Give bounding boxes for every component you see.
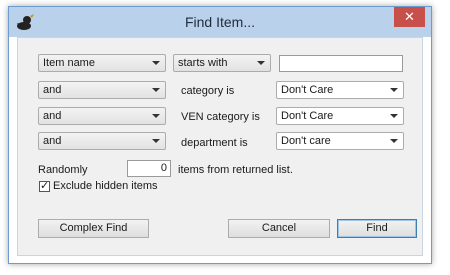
chevron-down-icon (152, 88, 160, 92)
department-select-value: Don't care (281, 135, 331, 147)
chevron-down-icon (390, 114, 398, 118)
conjunction-value: and (43, 110, 62, 122)
exclude-hidden-label: Exclude hidden items (53, 180, 158, 192)
window-title: Find Item... (184, 14, 256, 30)
close-icon: ✕ (404, 9, 415, 24)
random-suffix-label: items from returned list. (178, 164, 293, 176)
ven-category-label: VEN category is (181, 111, 260, 123)
category-label: category is (181, 85, 235, 97)
conjunction-value: and (43, 135, 62, 147)
checkmark-icon: ✓ (40, 180, 50, 192)
exclude-hidden-checkbox[interactable]: ✓ (39, 180, 50, 192)
find-item-dialog: Find Item... ✕ Item name starts with and… (8, 6, 432, 264)
operator-select[interactable]: starts with (173, 54, 271, 72)
chevron-down-icon (257, 61, 265, 65)
randomly-label: Randomly (38, 164, 88, 176)
department-select[interactable]: Don't care (276, 132, 404, 150)
dialog-body: Item name starts with and category is Do… (17, 37, 423, 256)
conjunction-select-ven-category[interactable]: and (38, 107, 166, 125)
category-select-value: Don't Care (281, 84, 334, 96)
ven-category-select-value: Don't Care (281, 110, 334, 122)
search-value-input[interactable] (279, 55, 403, 72)
title-bar[interactable]: Find Item... ✕ (9, 7, 431, 37)
field-select[interactable]: Item name (38, 54, 166, 72)
find-button[interactable]: Find (337, 219, 417, 238)
category-select[interactable]: Don't Care (276, 81, 404, 99)
random-count-input[interactable]: 0 (127, 160, 171, 177)
close-button[interactable]: ✕ (394, 7, 425, 27)
chevron-down-icon (152, 61, 160, 65)
chevron-down-icon (390, 139, 398, 143)
ven-category-select[interactable]: Don't Care (276, 107, 404, 125)
chevron-down-icon (152, 114, 160, 118)
conjunction-select-category[interactable]: and (38, 81, 166, 99)
operator-select-value: starts with (178, 57, 228, 69)
conjunction-value: and (43, 84, 62, 96)
complex-find-button[interactable]: Complex Find (38, 219, 149, 238)
field-select-value: Item name (43, 57, 95, 69)
cancel-button[interactable]: Cancel (228, 219, 330, 238)
chevron-down-icon (152, 139, 160, 143)
department-label: department is (181, 137, 248, 149)
chevron-down-icon (390, 88, 398, 92)
conjunction-select-department[interactable]: and (38, 132, 166, 150)
